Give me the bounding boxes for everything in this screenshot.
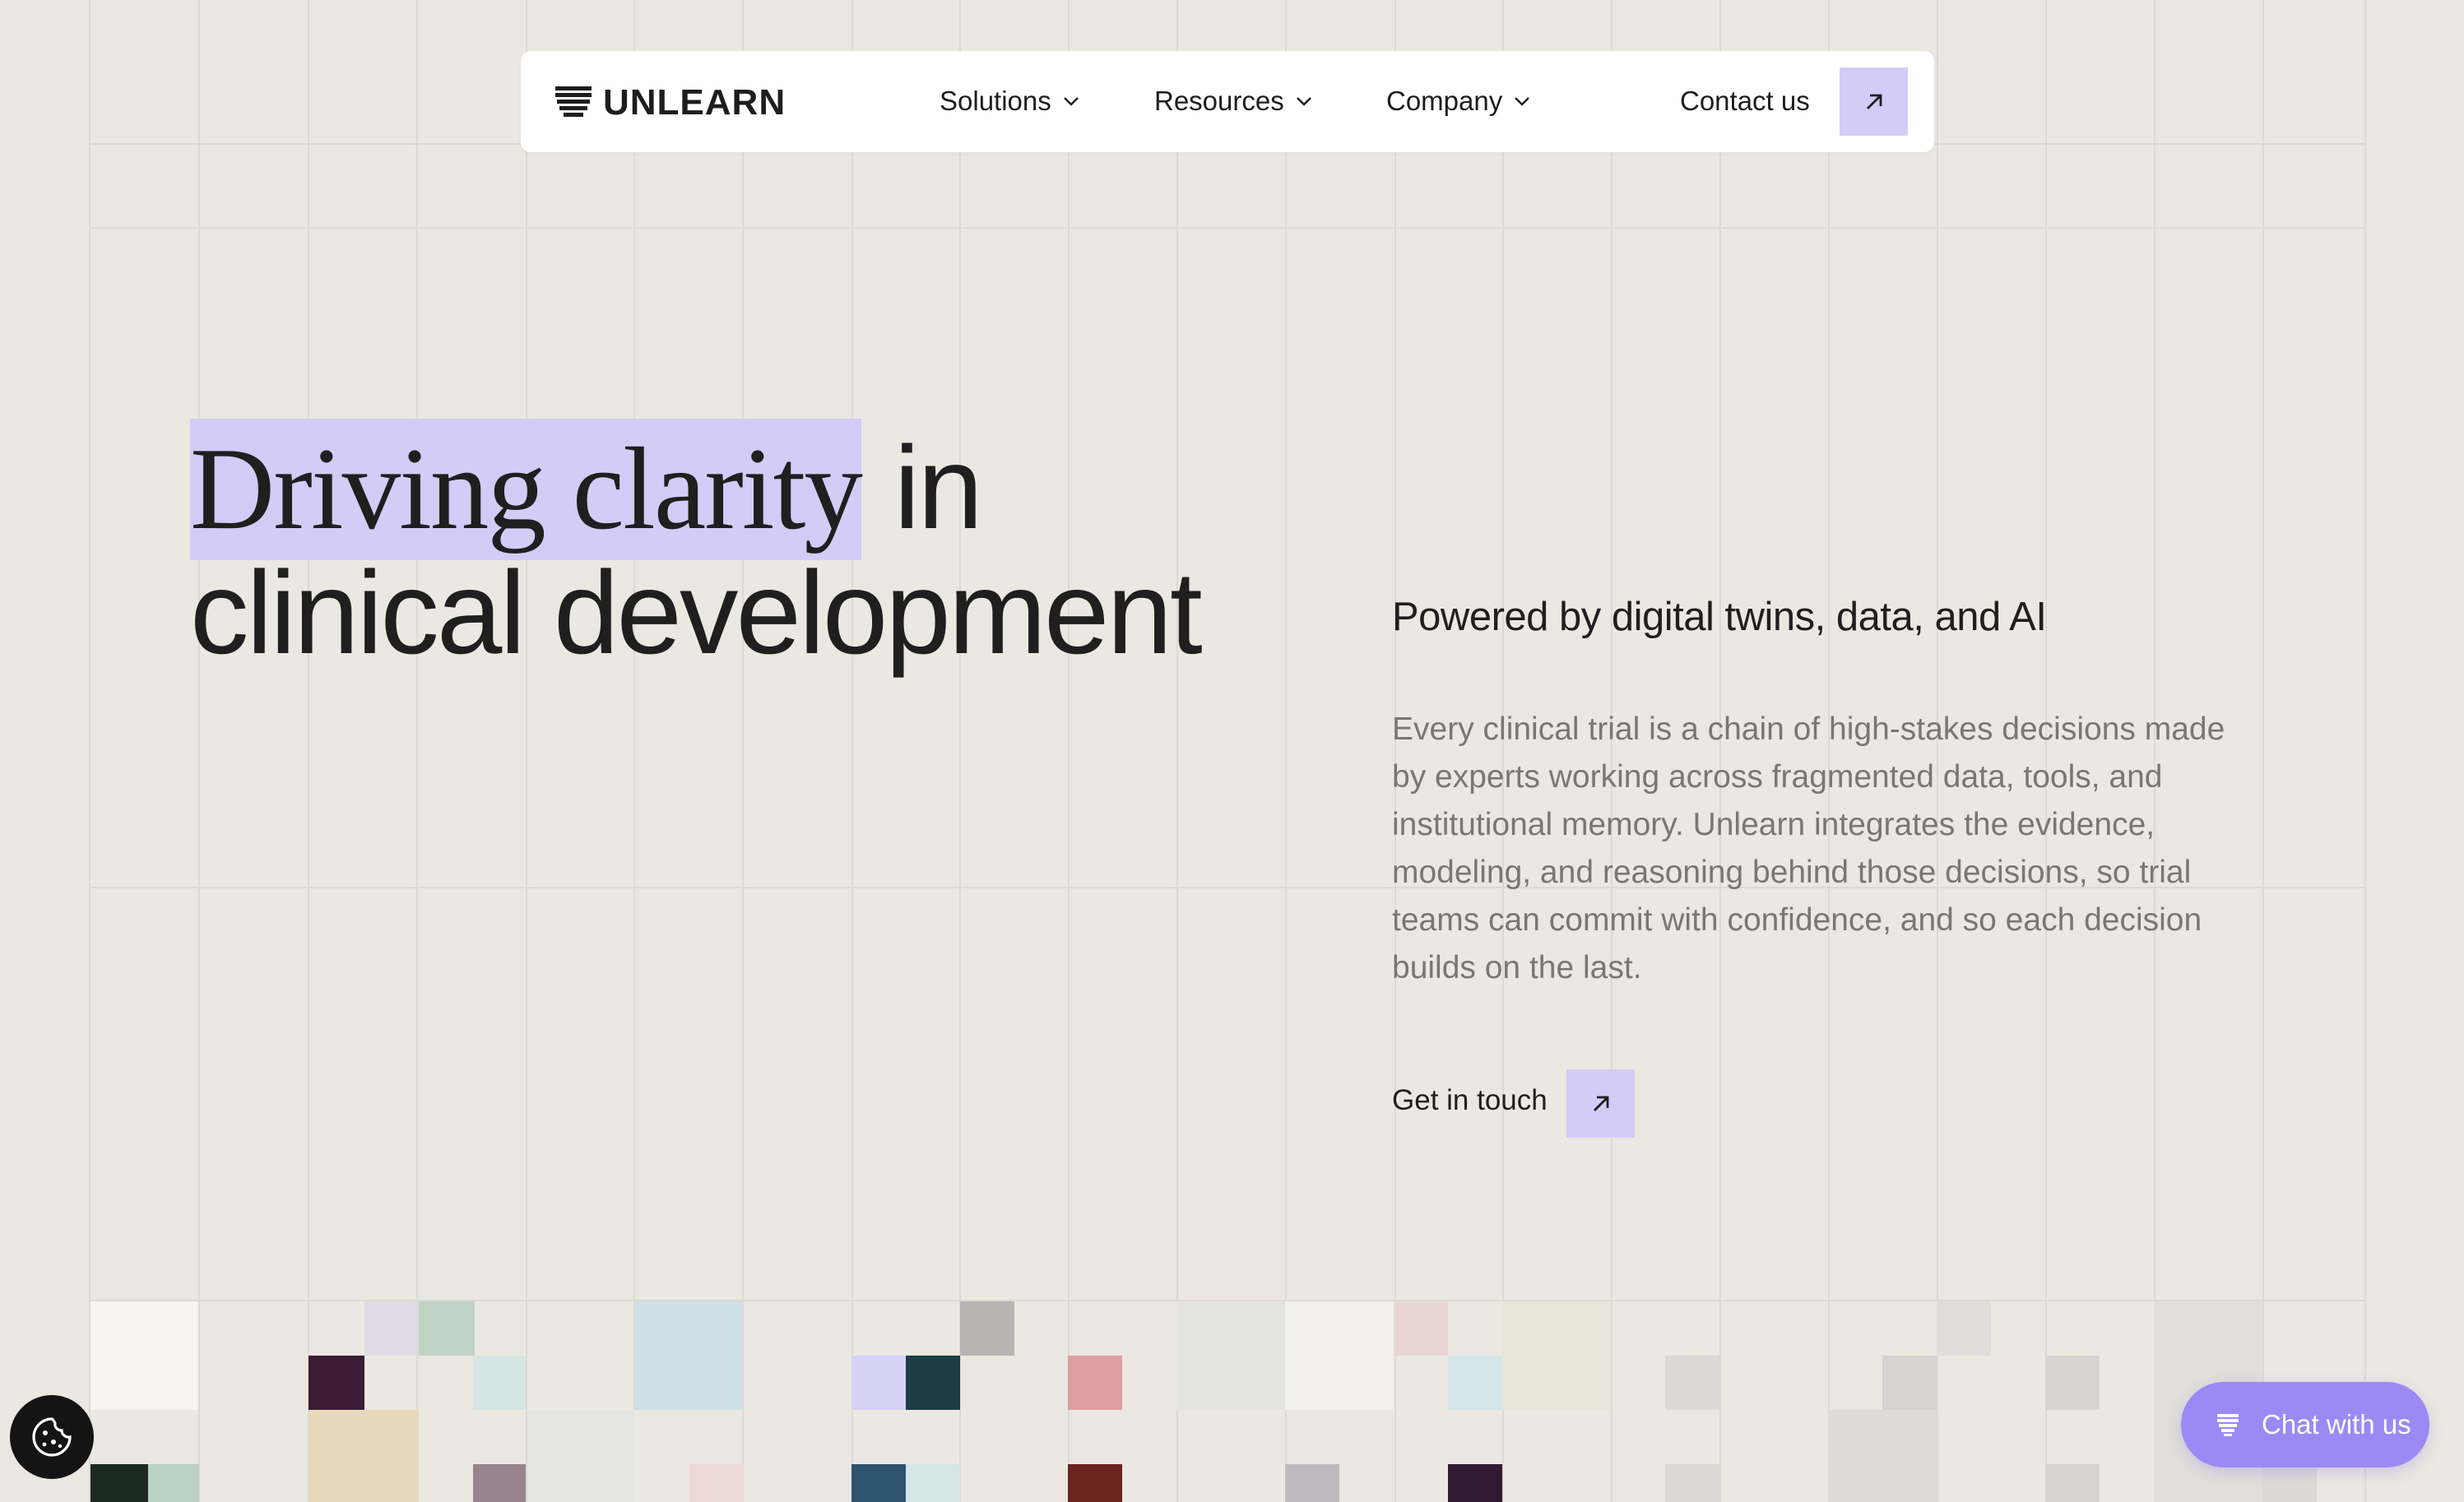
chevron-down-icon — [1515, 97, 1530, 106]
contact-us-link[interactable]: Contact us — [1680, 81, 1810, 122]
brand-logo[interactable]: UNLEARN — [554, 82, 786, 123]
nav-resources[interactable]: Resources — [1154, 81, 1312, 122]
top-nav: UNLEARN Solutions Resources Company Cont… — [521, 51, 1934, 152]
arrow-up-right-icon — [1866, 94, 1882, 109]
brand-name: UNLEARN — [603, 82, 787, 123]
chat-label: Chat with us — [2262, 1409, 2411, 1439]
nav-company[interactable]: Company — [1386, 81, 1530, 122]
nav-resources-label: Resources — [1154, 86, 1284, 116]
get-in-touch-link[interactable]: Get in touch — [1392, 1080, 1548, 1121]
cookie-settings-button[interactable] — [10, 1395, 94, 1479]
get-in-touch-button[interactable] — [1566, 1069, 1635, 1138]
hero-title-highlight: Driving clarity — [190, 419, 863, 560]
chevron-down-icon — [1063, 97, 1079, 106]
chevron-down-icon — [1296, 97, 1311, 106]
nav-solutions[interactable]: Solutions — [940, 81, 1079, 122]
chat-with-us-button[interactable]: Chat with us — [2181, 1382, 2429, 1467]
hero-title: Driving clarity in clinical development — [190, 419, 1260, 679]
hero-title-line2: clinical development — [190, 548, 1203, 679]
nav-solutions-label: Solutions — [940, 86, 1051, 116]
unlearn-logo-mark — [2217, 1414, 2239, 1436]
hero-title-rest: in — [893, 423, 983, 554]
nav-company-label: Company — [1386, 86, 1503, 116]
hero-subtitle: Powered by digital twins, data, and AI — [1392, 595, 2047, 639]
cookie-icon — [32, 1417, 72, 1457]
page-frame: UNLEARN Solutions Resources Company Cont… — [0, 0, 2464, 1502]
arrow-up-right-icon — [1593, 1096, 1608, 1111]
hero-body: Every clinical trial is a chain of high-… — [1392, 712, 2225, 985]
unlearn-logo-mark — [555, 86, 592, 117]
contact-us-button[interactable] — [1840, 67, 1908, 136]
